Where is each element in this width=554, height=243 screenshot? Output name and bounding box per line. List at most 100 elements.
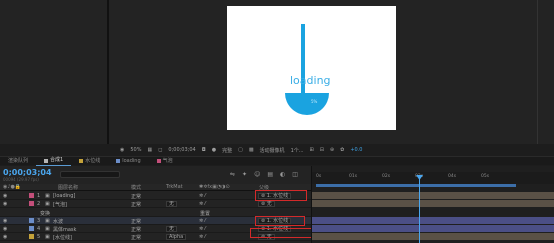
tab-color-swatch [79, 159, 84, 163]
tab-0[interactable]: 渲染队列 [0, 157, 36, 166]
reset-exposure-icon[interactable]: ✿ [340, 147, 344, 153]
tab-3[interactable]: loading [108, 157, 148, 166]
region-icon[interactable]: ▢ [238, 147, 243, 153]
highlight-box [250, 228, 316, 238]
ruler-tick: 05s [481, 174, 490, 179]
layer-mode[interactable]: 正常 [131, 201, 141, 208]
composition-mini-flowchart-icon[interactable]: ⇋ [230, 171, 235, 178]
trkmat-select[interactable]: Alpha [166, 234, 187, 240]
label-color-swatch[interactable] [29, 193, 34, 198]
shy-icon[interactable]: ☺ [254, 171, 260, 178]
visibility-icon[interactable]: ◉ [3, 234, 7, 240]
tab-4[interactable]: 气泡 [149, 157, 181, 166]
label-color-swatch[interactable] [29, 226, 34, 231]
tab-2[interactable]: 水位线 [71, 157, 108, 166]
color-channel-icon[interactable]: ● [212, 147, 216, 153]
layer-mode[interactable]: 正常 [131, 218, 141, 225]
viewer-timecode[interactable]: 0;00;03;04 [168, 147, 195, 153]
exposure-value[interactable]: +0.0 [350, 147, 362, 153]
mask-icon[interactable]: ◻ [158, 147, 162, 153]
ruler-tick: 0s [316, 174, 322, 179]
col-trkmat[interactable]: TrkMat [166, 184, 183, 190]
timeline-icon[interactable]: ⊟ [320, 147, 324, 153]
always-preview-icon[interactable]: ◉ [120, 147, 124, 153]
tab-label: loading [122, 157, 141, 164]
work-area-bar[interactable] [316, 184, 516, 187]
parent-select[interactable]: ⊚ 无 [258, 201, 275, 207]
frame-count: 00094 (29.97 fps) [3, 177, 39, 182]
label-color-swatch[interactable] [29, 234, 34, 239]
layer-type-icon: ▣ [45, 234, 50, 240]
layer-switches[interactable]: ✲ ⁄ [199, 234, 206, 240]
panel-divider[interactable] [107, 0, 109, 144]
layer-name[interactable]: 黑体mask [53, 226, 76, 233]
trkmat-select[interactable]: 无 [166, 201, 178, 207]
visibility-icon[interactable]: ◉ [3, 226, 7, 232]
layer-mode[interactable]: 正常 [131, 226, 141, 233]
layer-search-input[interactable] [60, 171, 120, 178]
views-select[interactable]: 1个... [291, 147, 304, 154]
composition-viewer: loading 5% [0, 0, 554, 144]
bowl-percent-text: 5% [311, 99, 318, 104]
visibility-icon[interactable]: ◉ [3, 193, 7, 199]
reset-link[interactable]: 重置 [200, 210, 210, 217]
time-ruler[interactable]: 0s01s02s03s04s05s [312, 172, 554, 184]
layer-duration-bar[interactable] [312, 192, 554, 199]
timeline-switches: ⇋ ✦ ☺ ▤ ◐ ◫ [230, 171, 298, 178]
layer-type-icon: ▣ [45, 201, 50, 207]
layer-switches[interactable]: ✲ ⁄ [199, 201, 206, 207]
graph-editor-icon[interactable]: ◫ [292, 171, 298, 178]
layer-mode[interactable]: 正常 [131, 234, 141, 241]
flowchart-icon[interactable]: ⊕ [330, 147, 334, 153]
layer-duration-bar[interactable] [312, 200, 554, 207]
layer-name[interactable]: [loading] [53, 193, 75, 199]
layer-number: 2 [37, 201, 41, 207]
draft-3d-icon[interactable]: ✦ [242, 171, 247, 178]
resolution-select[interactable]: 完整 [222, 147, 232, 154]
col-mode[interactable]: 模式 [131, 184, 141, 191]
transparency-grid-icon[interactable]: ▩ [249, 147, 254, 153]
trkmat-select[interactable]: 无 [166, 226, 178, 232]
layer-name[interactable]: 水波 [53, 218, 63, 225]
zoom-select[interactable]: 50% [130, 147, 141, 153]
tab-1[interactable]: 合成1 [36, 157, 72, 166]
fast-preview-icon[interactable]: ⊞ [310, 147, 314, 153]
composition-canvas[interactable]: loading 5% [227, 6, 396, 130]
water-bowl [285, 93, 329, 115]
layer-number: 1 [37, 193, 41, 199]
ruler-tick: 01s [349, 174, 358, 179]
tab-color-swatch [116, 159, 121, 163]
tab-label: 水位线 [85, 157, 101, 164]
grid-icon[interactable]: ▦ [148, 147, 153, 153]
layer-name[interactable]: [水位线] [53, 234, 72, 241]
transform-group-label[interactable]: 变换 [40, 210, 50, 217]
loading-text: loading [290, 74, 331, 87]
layer-switches-icon: ✱✲fx▣◔◑⊙ [199, 184, 230, 190]
snapshot-icon[interactable]: ◘ [202, 147, 206, 153]
layer-switches[interactable]: ✲ ⁄ [199, 218, 206, 224]
label-color-swatch[interactable] [29, 218, 34, 223]
frame-blending-icon[interactable]: ▤ [267, 171, 273, 178]
col-source-name[interactable]: 图层名称 [58, 184, 78, 191]
label-color-swatch[interactable] [29, 201, 34, 206]
layer-row[interactable]: ◉ 2 ▣ [气泡] 正常 无 ✲ ⁄ ⊚ 无 [0, 200, 311, 208]
current-time-display[interactable]: 0;00;03;04 [3, 168, 52, 177]
panel-divider-right [537, 0, 538, 144]
camera-select[interactable]: 活动摄像机 [260, 147, 285, 154]
layer-duration-bar[interactable] [312, 225, 554, 232]
playhead[interactable] [419, 176, 420, 243]
panel-tabs: 渲染队列 合成1 水位线 loading 气泡 [0, 156, 554, 166]
layer-duration-bar[interactable] [312, 217, 554, 224]
motion-blur-icon[interactable]: ◐ [280, 171, 285, 178]
visibility-icon[interactable]: ◉ [3, 218, 7, 224]
visibility-icon[interactable]: ◉ [3, 201, 7, 207]
layer-duration-bar[interactable] [312, 233, 554, 240]
layer-switches[interactable]: ✲ ⁄ [199, 193, 206, 199]
tab-color-swatch [156, 159, 161, 163]
layer-name[interactable]: [气泡] [53, 201, 67, 208]
layer-mode[interactable]: 正常 [131, 193, 141, 200]
layer-switches[interactable]: ✲ ⁄ [199, 226, 206, 232]
highlight-box [255, 190, 307, 201]
layer-type-icon: ▣ [45, 226, 50, 232]
layer-number: 3 [37, 218, 41, 224]
